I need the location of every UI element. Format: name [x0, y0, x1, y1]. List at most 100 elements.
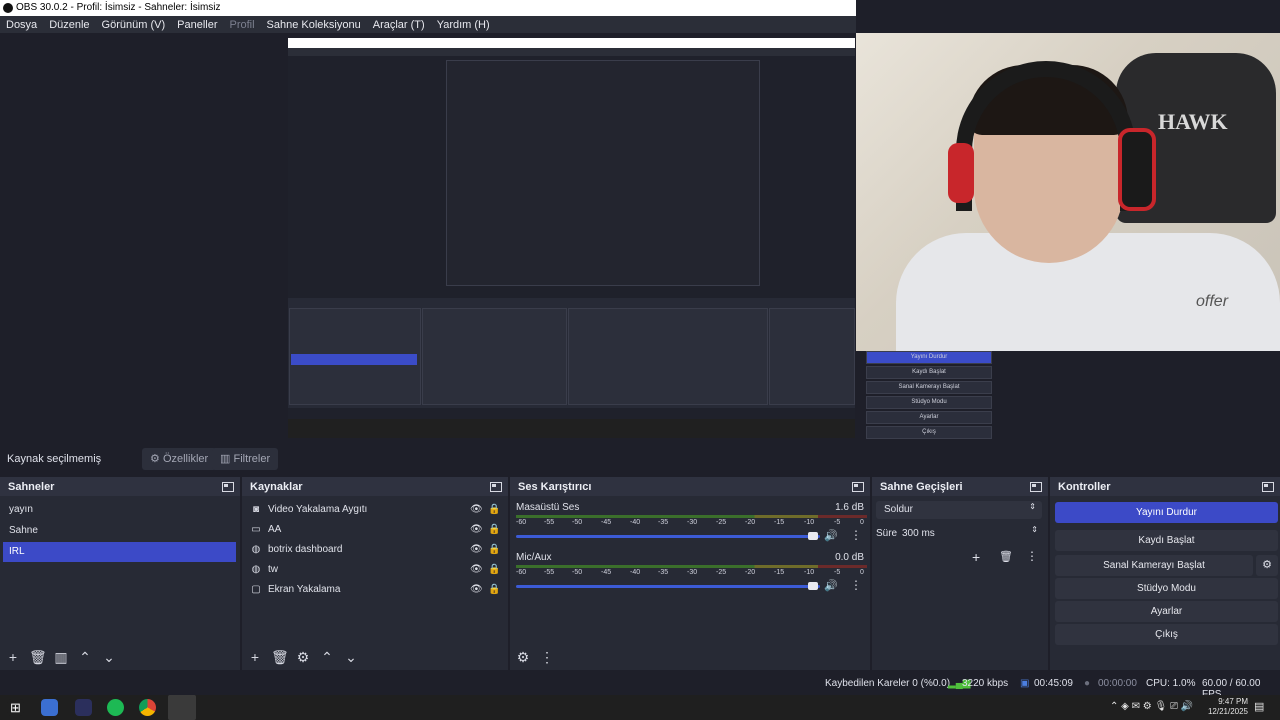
- more-options-icon[interactable]: ⋮: [850, 578, 862, 592]
- notification-icon[interactable]: ▤: [1254, 700, 1264, 713]
- menu-bar: Dosya Düzenle Görünüm (V) Paneller Profi…: [0, 16, 856, 33]
- lock-icon[interactable]: 🔒: [488, 564, 500, 575]
- trash-icon[interactable]: 🗑: [999, 550, 1013, 563]
- volume-slider[interactable]: [516, 585, 820, 588]
- tray-icons[interactable]: ⌃ ◈ ✉ ⚙ 🎙 ⎚ 🔊: [1110, 701, 1193, 712]
- overlay-exit: Çıkış: [866, 426, 992, 439]
- trash-icon[interactable]: 🗑: [271, 649, 289, 665]
- lock-icon[interactable]: 🔒: [488, 584, 500, 595]
- menu-file[interactable]: Dosya: [0, 19, 43, 31]
- menu-tools[interactable]: Araçlar (T): [367, 19, 431, 31]
- exit-button[interactable]: Çıkış: [1055, 624, 1278, 645]
- cpu-usage: CPU: 1.0%: [1146, 678, 1196, 689]
- source-item[interactable]: ◍ tw 👁 🔒: [250, 559, 501, 579]
- volume-slider[interactable]: [516, 535, 820, 538]
- volume-slider-handle[interactable]: [808, 532, 818, 540]
- filter-icon[interactable]: ▥: [53, 649, 69, 665]
- more-options-icon[interactable]: ⋮: [850, 528, 862, 542]
- scale-tick: 0: [860, 519, 864, 526]
- undock-icon[interactable]: [852, 481, 864, 492]
- nested-selected-scene: [291, 354, 417, 365]
- eye-icon[interactable]: 👁: [470, 544, 483, 555]
- start-virtual-camera-button[interactable]: Sanal Kamerayı Başlat: [1055, 555, 1253, 576]
- source-item[interactable]: ◍ botrix dashboard 👁 🔒: [250, 539, 501, 559]
- start-recording-button[interactable]: Kaydı Başlat: [1055, 530, 1278, 551]
- source-item[interactable]: ▢ Ekran Yakalama 👁 🔒: [250, 579, 500, 599]
- undock-icon[interactable]: [490, 481, 502, 492]
- preview-canvas[interactable]: HAWK offer Yayını Durdur Kaydı Başlat Sa…: [0, 33, 1280, 440]
- menu-view[interactable]: Görünüm (V): [96, 19, 172, 31]
- window-title: OBS 30.0.2 - Profil: İsimsiz - Sahneler:…: [16, 2, 221, 13]
- eye-icon[interactable]: 👁: [470, 504, 483, 515]
- move-down-icon[interactable]: ⌄: [343, 649, 359, 665]
- advanced-audio-icon[interactable]: ⚙: [515, 649, 531, 665]
- gear-icon[interactable]: ⚙: [1256, 555, 1278, 576]
- scale-tick: -55: [544, 519, 555, 526]
- lock-icon[interactable]: 🔒: [488, 524, 500, 535]
- source-item[interactable]: ◙ Video Yakalama Aygıtı 👁 🔒: [250, 499, 500, 519]
- shirt-text: offer: [1196, 293, 1229, 310]
- speaker-icon[interactable]: 🔊: [824, 579, 838, 592]
- no-source-selected-label: Kaynak seçilmemiş: [7, 453, 102, 465]
- app-icon[interactable]: [75, 699, 92, 716]
- add-icon[interactable]: +: [247, 649, 263, 665]
- scale-tick: -50: [572, 569, 583, 576]
- nested-titlebar: [288, 38, 855, 48]
- move-up-icon[interactable]: ⌃: [319, 649, 335, 665]
- filters-button[interactable]: ▥ Filtreler: [212, 448, 279, 470]
- scene-item-sahne[interactable]: Sahne: [3, 521, 236, 541]
- menu-scene-collection[interactable]: Sahne Koleksiyonu: [261, 19, 367, 31]
- properties-button[interactable]: ⚙ Özellikler: [142, 448, 217, 470]
- chrome-icon[interactable]: [139, 699, 156, 716]
- windows-start-icon[interactable]: ⊞: [7, 699, 24, 716]
- menu-edit[interactable]: Düzenle: [43, 19, 95, 31]
- move-down-icon[interactable]: ⌄: [101, 649, 117, 665]
- duration-value: 300 ms: [902, 528, 935, 539]
- transition-select[interactable]: Soldur ⇕: [876, 501, 1042, 519]
- lock-icon[interactable]: 🔒: [488, 544, 500, 555]
- scene-item-irl[interactable]: IRL: [3, 542, 236, 562]
- volume-slider-handle[interactable]: [808, 582, 818, 590]
- obs-taskbar-icon[interactable]: [168, 695, 196, 720]
- undock-icon[interactable]: [1030, 481, 1042, 492]
- sources-title: Kaynaklar: [250, 480, 303, 493]
- window-icon: ▭: [251, 523, 261, 535]
- move-up-icon[interactable]: ⌃: [77, 649, 93, 665]
- menu-help[interactable]: Yardım (H): [431, 19, 496, 31]
- eye-icon[interactable]: 👁: [470, 584, 483, 595]
- status-bar: Kaybedilen Kareler 0 (%0.0) ▂▄▆ 3220 kbp…: [0, 672, 1280, 700]
- speaker-icon[interactable]: 🔊: [824, 529, 838, 542]
- app-icon[interactable]: [41, 699, 58, 716]
- add-icon[interactable]: +: [5, 649, 21, 665]
- eye-icon[interactable]: 👁: [470, 564, 483, 575]
- lock-icon[interactable]: 🔒: [488, 504, 500, 515]
- more-options-icon[interactable]: ⋮: [1026, 549, 1038, 563]
- add-icon[interactable]: +: [972, 549, 980, 565]
- menu-profile[interactable]: Profil: [223, 19, 260, 31]
- spin-icon[interactable]: ⇕: [1031, 525, 1038, 534]
- undock-icon[interactable]: [222, 481, 234, 492]
- mixer-header: Ses Karıştırıcı: [510, 477, 870, 496]
- source-item[interactable]: ▭ AA 👁 🔒: [250, 519, 500, 539]
- headphone-left: [948, 143, 974, 203]
- undock-icon[interactable]: [1262, 481, 1274, 492]
- trash-icon[interactable]: 🗑: [29, 649, 47, 665]
- channel-db: 1.6 dB: [835, 502, 864, 513]
- source-context-bar: Kaynak seçilmemiş ⚙ Özellikler ▥ Filtrel…: [0, 446, 1280, 472]
- clock[interactable]: 9:47 PM 12/21/2025: [1198, 697, 1248, 717]
- settings-button[interactable]: Ayarlar: [1055, 601, 1278, 622]
- spotify-icon[interactable]: [107, 699, 124, 716]
- nested-menubar: [288, 48, 855, 56]
- menu-docks[interactable]: Paneller: [171, 19, 223, 31]
- stop-streaming-button[interactable]: Yayını Durdur: [1055, 502, 1278, 523]
- studio-mode-button[interactable]: Stüdyo Modu: [1055, 578, 1278, 599]
- eye-icon[interactable]: 👁: [470, 524, 483, 535]
- filter-icon: ▥: [220, 453, 231, 465]
- more-options-icon[interactable]: ⋮: [539, 649, 555, 665]
- stream-time: 00:45:09: [1034, 678, 1073, 689]
- duration-input[interactable]: 300 ms ⇕: [898, 524, 1038, 542]
- scene-item-yayin[interactable]: yayın: [3, 500, 236, 520]
- controls-title: Kontroller: [1058, 480, 1111, 493]
- scale-tick: -15: [774, 519, 785, 526]
- gear-icon[interactable]: ⚙: [295, 649, 311, 665]
